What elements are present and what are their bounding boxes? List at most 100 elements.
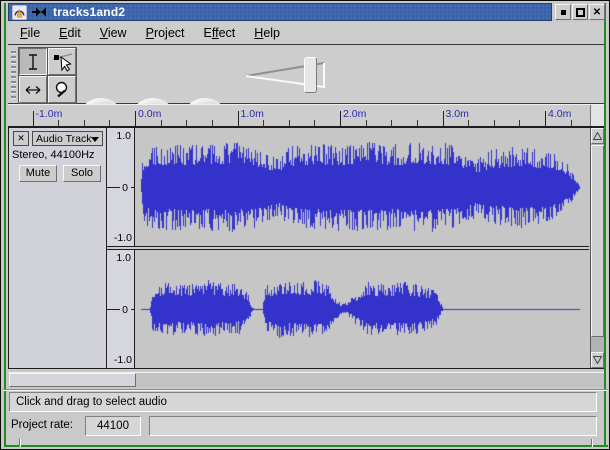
ruler-major-tick	[238, 111, 239, 127]
ibeam-icon	[23, 52, 43, 72]
envelope-tool-button[interactable]	[48, 48, 76, 75]
status-message-field: Click and drag to select audio	[9, 392, 597, 412]
resize-grip-right[interactable]	[591, 439, 592, 447]
gain-slider-thumb[interactable]	[304, 57, 317, 93]
frame-accent-right	[604, 3, 606, 445]
selection-tool-button[interactable]	[19, 48, 47, 75]
channel-right: 1.0 0 -1.0	[107, 250, 589, 368]
scale-zero: 0	[122, 304, 128, 316]
ruler-label: 0.0m	[138, 108, 161, 120]
waveform-canvas-left[interactable]	[136, 128, 589, 246]
window-title: tracks1and2	[53, 5, 125, 19]
ruler-minor-tick	[494, 120, 495, 127]
frame-accent-bottom	[4, 445, 608, 447]
close-button[interactable]: ✕	[589, 4, 605, 20]
scale-max: 1.0	[116, 252, 131, 264]
track-control-panel: ✕ Audio Track Stereo, 44100Hz Mute Solo	[9, 128, 107, 368]
scroll-up-button[interactable]	[591, 128, 604, 144]
maximize-button[interactable]	[572, 4, 588, 20]
frame-accent-left	[4, 3, 6, 445]
vertical-ruler-right: 1.0 0 -1.0	[107, 250, 135, 368]
double-arrow-icon	[23, 80, 43, 100]
close-icon: ✕	[593, 7, 601, 18]
chevron-down-icon	[91, 137, 99, 142]
track-info-label: Stereo, 44100Hz	[12, 149, 95, 161]
minimize-icon	[561, 10, 566, 15]
magnifier-icon	[52, 80, 72, 100]
track-menu-label: Audio Track	[36, 133, 91, 145]
timeline-ruler[interactable]: -1.0m 0.0m 1.0m 2.0m 3.0m 4.0m	[8, 104, 604, 127]
zoom-tool-button[interactable]	[48, 76, 76, 103]
ruler-minor-tick	[212, 120, 213, 127]
menu-bar: File Edit View Project Effect Help	[8, 22, 604, 45]
vertical-scroll-thumb[interactable]	[591, 145, 604, 337]
minimize-button[interactable]	[555, 4, 571, 20]
statusbar-divider	[3, 389, 608, 391]
vertical-scrollbar[interactable]	[590, 128, 604, 368]
ruler-minor-tick	[58, 120, 59, 127]
gain-slider	[244, 56, 334, 94]
vertical-ruler-left: 1.0 0 -1.0	[107, 128, 135, 246]
envelope-cursor-icon	[51, 51, 73, 73]
arrow-down-icon	[593, 356, 602, 364]
solo-button[interactable]: Solo	[63, 165, 101, 182]
scale-max: 1.0	[116, 130, 131, 142]
zero-dash	[131, 187, 134, 188]
scale-min: -1.0	[114, 354, 132, 366]
menu-project[interactable]: Project	[146, 26, 185, 40]
horizontal-scroll-thumb[interactable]	[9, 373, 136, 387]
ruler-major-tick	[33, 111, 34, 127]
waveform-area-left[interactable]	[136, 128, 589, 246]
ruler-minor-tick	[161, 120, 162, 127]
ruler-label: -1.0m	[36, 108, 63, 120]
project-rate-label: Project rate:	[11, 419, 73, 431]
app-window: tracks1and2 ✕ File Edit View Project Eff…	[0, 0, 610, 450]
ruler-minor-tick	[109, 120, 110, 127]
ruler-major-tick	[443, 111, 444, 127]
ruler-minor-tick	[186, 120, 187, 127]
resize-grip-left[interactable]	[19, 439, 20, 447]
zero-line-tick	[107, 309, 120, 310]
zero-dash	[131, 309, 134, 310]
menu-effect[interactable]: Effect	[204, 26, 236, 40]
ruler-major-tick	[340, 111, 341, 127]
scale-min: -1.0	[114, 232, 132, 244]
menu-view[interactable]: View	[100, 26, 127, 40]
ruler-minor-tick	[84, 120, 85, 127]
ruler-minor-tick	[289, 120, 290, 127]
ruler-major-tick	[545, 111, 546, 127]
channel-left: 1.0 0 -1.0	[107, 128, 589, 246]
ruler-label: 2.0m	[343, 108, 366, 120]
ruler-label: 1.0m	[241, 108, 264, 120]
audacity-logo-icon	[12, 5, 27, 20]
ruler-minor-tick	[468, 120, 469, 127]
ruler-minor-tick	[571, 120, 572, 127]
mute-button[interactable]: Mute	[19, 165, 57, 182]
menu-edit[interactable]: Edit	[59, 26, 81, 40]
ruler-minor-tick	[417, 120, 418, 127]
ruler-minor-tick	[314, 120, 315, 127]
time-shift-tool-button[interactable]	[19, 76, 47, 103]
track-close-button[interactable]: ✕	[13, 131, 29, 146]
ruler-major-tick	[135, 111, 136, 127]
ruler-corner-cell	[590, 105, 604, 126]
ruler-minor-tick	[391, 120, 392, 127]
window-pin-icon[interactable]	[32, 7, 47, 17]
horizontal-scrollbar[interactable]	[8, 372, 604, 387]
toolbar-grip[interactable]	[11, 51, 16, 99]
scale-zero: 0	[122, 182, 128, 194]
menu-help[interactable]: Help	[254, 26, 280, 40]
menu-file[interactable]: File	[20, 26, 40, 40]
ruler-minor-tick	[263, 120, 264, 127]
track-menu-dropdown[interactable]: Audio Track	[32, 131, 103, 146]
arrow-up-icon	[593, 132, 602, 140]
waveform-area-right[interactable]	[136, 250, 589, 368]
ruler-label: 3.0m	[446, 108, 469, 120]
ruler-minor-tick	[366, 120, 367, 127]
ruler-minor-tick	[519, 120, 520, 127]
ruler-label: 4.0m	[548, 108, 571, 120]
waveform-canvas-right[interactable]	[136, 250, 589, 368]
track-area: ✕ Audio Track Stereo, 44100Hz Mute Solo …	[8, 127, 604, 369]
title-bar[interactable]: tracks1and2	[8, 3, 552, 21]
scroll-down-button[interactable]	[591, 352, 604, 368]
